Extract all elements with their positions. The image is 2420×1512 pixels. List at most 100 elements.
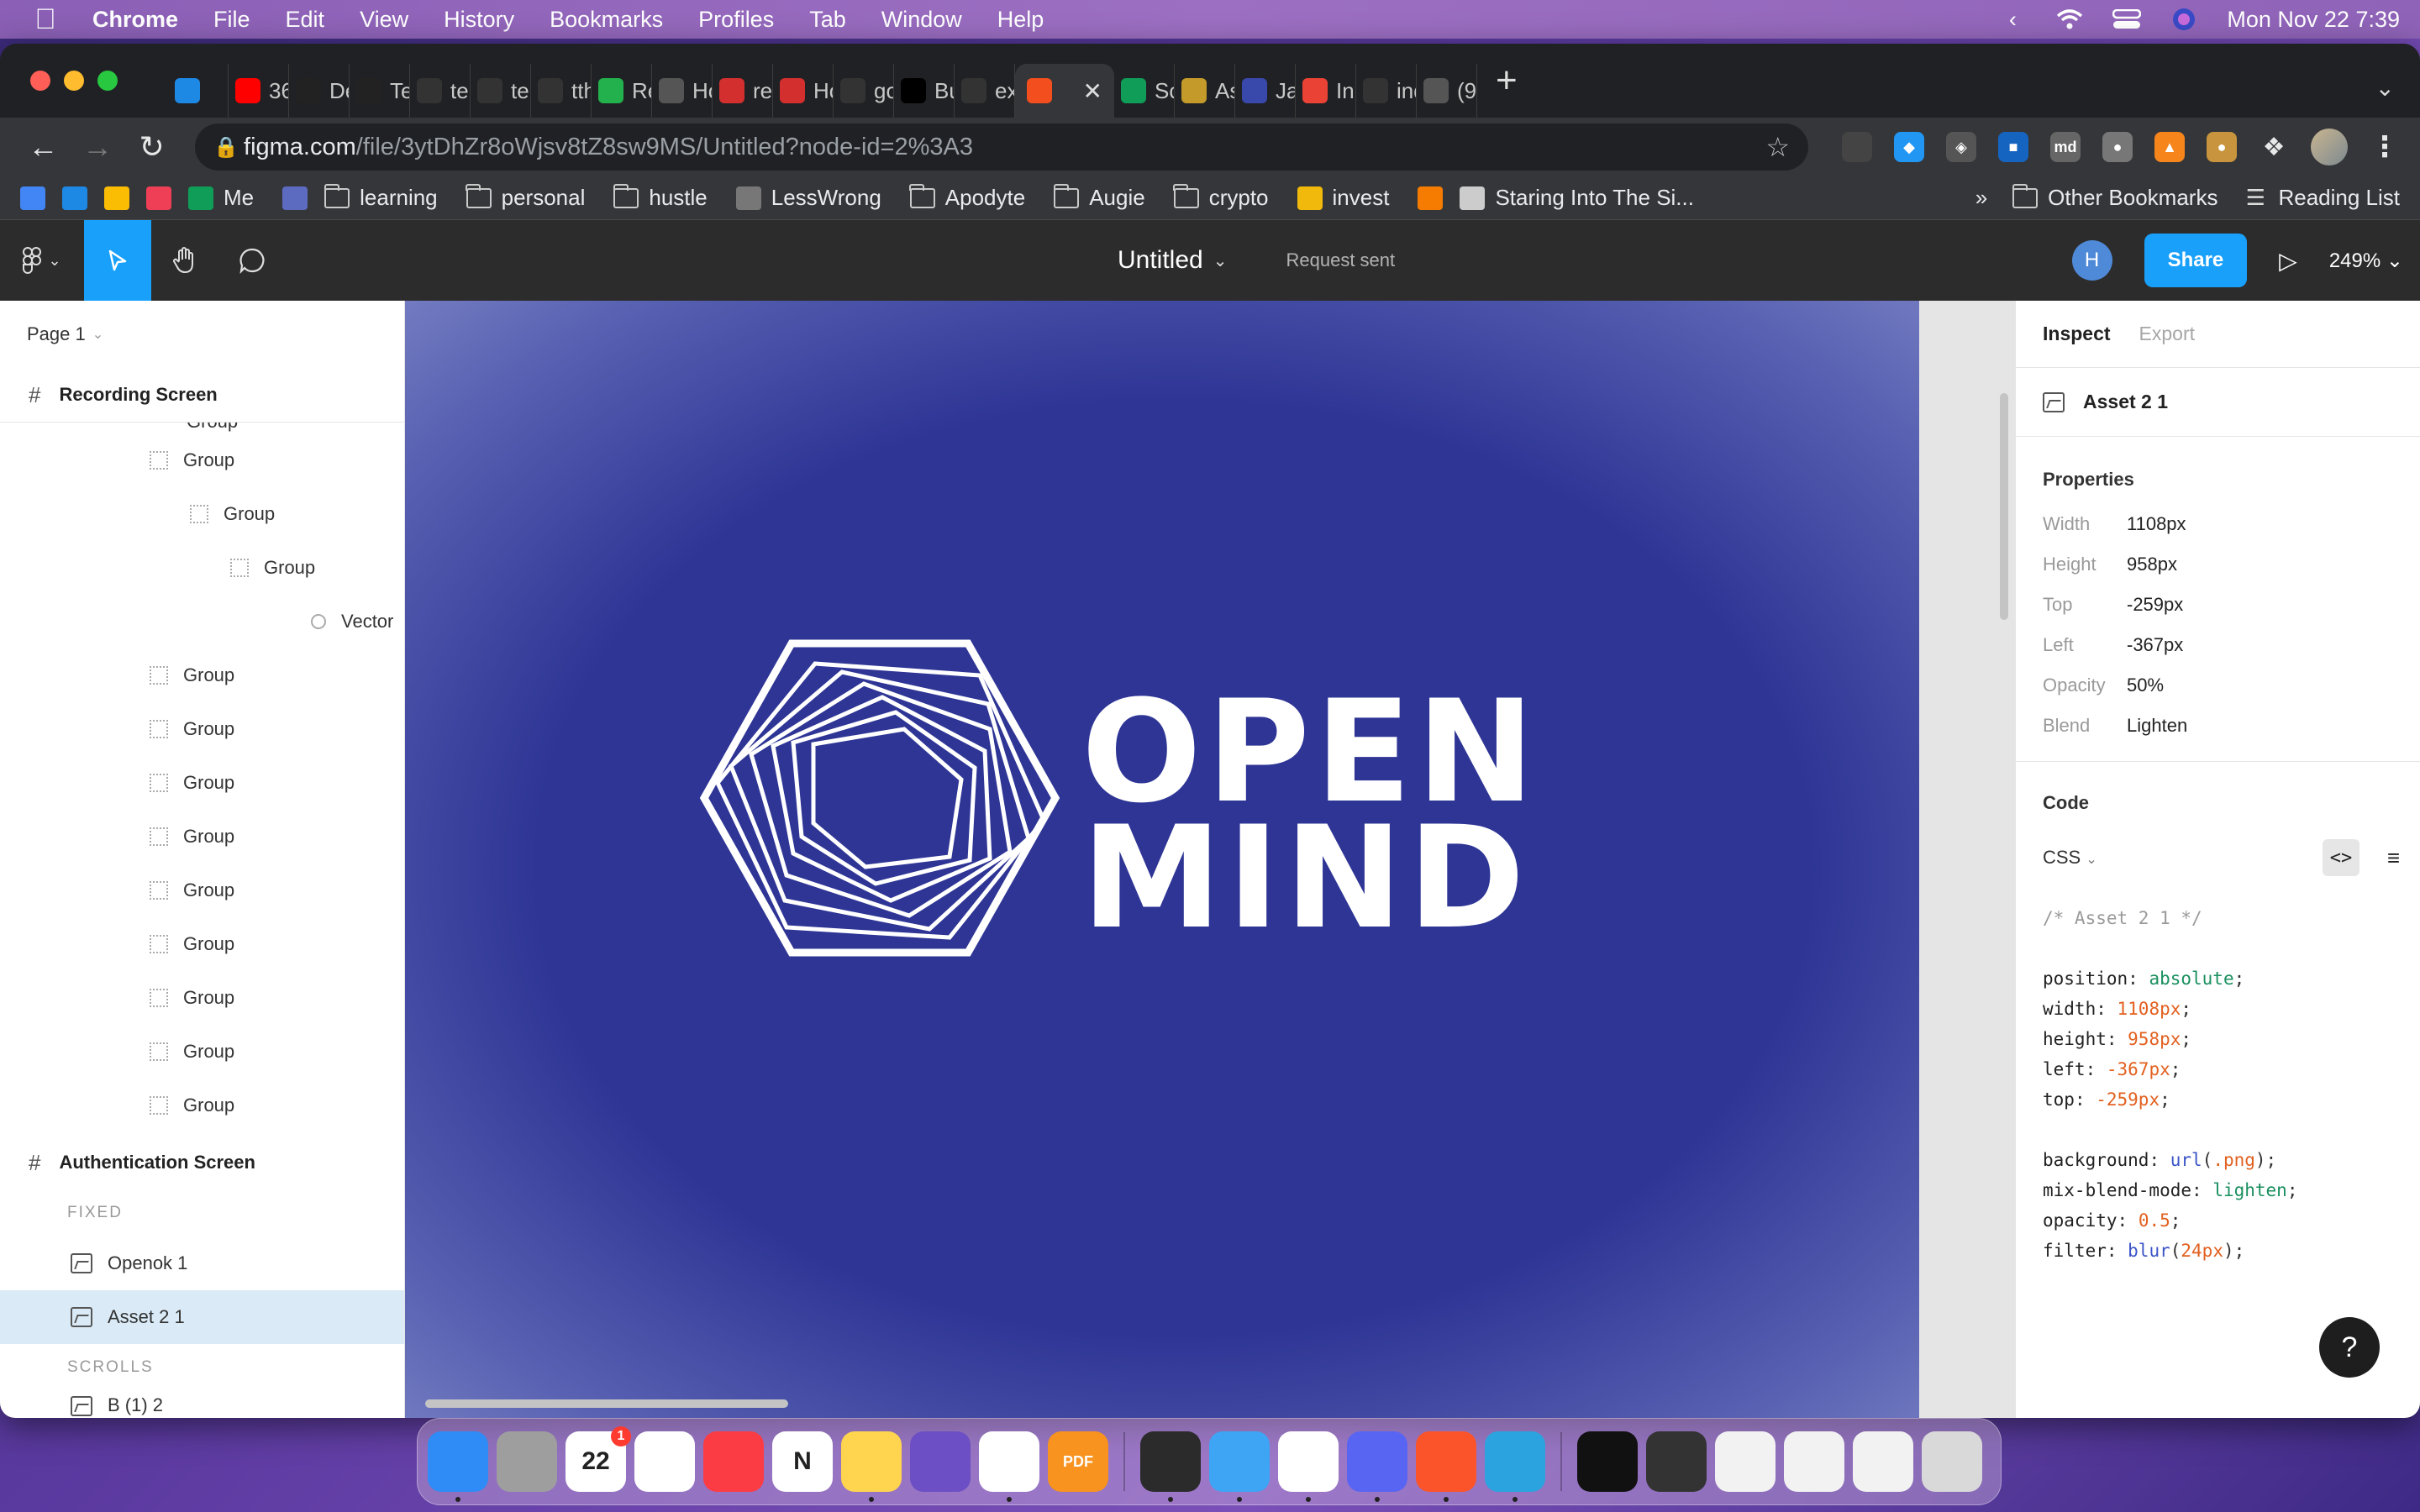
tab-search-icon[interactable]: ⌄ bbox=[2375, 74, 2395, 102]
minimize-window-button[interactable] bbox=[64, 71, 84, 91]
browser-tab[interactable]: Terr bbox=[350, 64, 410, 118]
artboard[interactable]: OPEN MIND bbox=[405, 301, 1919, 1418]
forward-icon[interactable]: → bbox=[75, 129, 121, 165]
browser-tab[interactable]: goo bbox=[834, 64, 894, 118]
property-value[interactable]: Lighten bbox=[2127, 715, 2187, 737]
property-value[interactable]: -367px bbox=[2127, 634, 2183, 656]
clock[interactable]: Mon Nov 22 7:39 bbox=[2227, 7, 2400, 33]
reading-list[interactable]: ☰ Reading List bbox=[2243, 185, 2400, 211]
browser-tab[interactable]: Rec bbox=[592, 64, 652, 118]
bookmark-item[interactable] bbox=[62, 186, 87, 210]
layer-group[interactable]: Group bbox=[0, 487, 404, 541]
chevron-down-icon[interactable]: ⌄ bbox=[1213, 250, 1228, 271]
file-name[interactable]: Untitled bbox=[1118, 246, 1203, 275]
tab-inspect[interactable]: Inspect bbox=[2043, 323, 2111, 345]
close-tab-icon[interactable]: ✕ bbox=[1083, 77, 1102, 105]
brave-icon[interactable] bbox=[1416, 1431, 1476, 1502]
profile-avatar[interactable] bbox=[2311, 129, 2349, 165]
property-value[interactable]: 958px bbox=[2127, 554, 2177, 575]
finder-icon[interactable] bbox=[428, 1431, 488, 1502]
browser-tab[interactable]: 36 bbox=[229, 64, 289, 118]
reminders-icon[interactable] bbox=[634, 1431, 695, 1492]
menu-view[interactable]: View bbox=[360, 7, 408, 33]
bookmark-item[interactable]: LessWrong bbox=[735, 185, 881, 211]
layer-group[interactable]: Group bbox=[0, 702, 404, 756]
figma-main-menu[interactable]: ⌄ bbox=[0, 220, 84, 301]
menu-help[interactable]: Help bbox=[997, 7, 1044, 33]
layer-group[interactable]: Group bbox=[0, 756, 404, 810]
bookmark-item[interactable]: Apodyte bbox=[909, 183, 1025, 211]
browser-tab[interactable]: Scr bbox=[1114, 64, 1175, 118]
cookie-icon[interactable]: ● bbox=[2207, 132, 2238, 162]
menu-bookmarks[interactable]: Bookmarks bbox=[550, 7, 663, 33]
browser-tab[interactable]: ✕ bbox=[1015, 64, 1114, 118]
window-thumb-icon[interactable] bbox=[1853, 1431, 1913, 1492]
menu-edit[interactable]: Edit bbox=[286, 7, 325, 33]
browser-tab[interactable]: tthu bbox=[531, 64, 592, 118]
frame-authentication-screen[interactable]: # Authentication Screen bbox=[0, 1136, 404, 1189]
browser-tab[interactable]: Jav bbox=[1235, 64, 1296, 118]
menu-file[interactable]: File bbox=[213, 7, 250, 33]
more-menu-icon[interactable]: ⋮ bbox=[2370, 131, 2400, 163]
address-bar[interactable]: 🔒 figma.com /file/3ytDhZr8oWjsv8tZ8sw9MS… bbox=[195, 123, 1809, 171]
layer-group[interactable]: Group bbox=[0, 648, 404, 702]
bookmark-item[interactable] bbox=[282, 186, 308, 210]
bookmark-item[interactable] bbox=[146, 186, 171, 210]
layer-b-1-2[interactable]: B (1) 2 bbox=[0, 1391, 404, 1416]
other-bookmarks[interactable]: Other Bookmarks bbox=[2012, 183, 2217, 211]
property-value[interactable]: 1108px bbox=[2127, 513, 2186, 535]
bookmark-item[interactable] bbox=[1418, 186, 1444, 210]
notes-icon[interactable] bbox=[841, 1431, 902, 1502]
window-thumb-icon[interactable] bbox=[1577, 1431, 1638, 1492]
bookmark-item[interactable]: Augie bbox=[1053, 183, 1145, 211]
reload-icon[interactable]: ↻ bbox=[129, 129, 175, 165]
browser-tab[interactable]: (9) bbox=[1417, 64, 1477, 118]
bookmark-item[interactable]: crypto bbox=[1173, 183, 1269, 211]
hand-tool[interactable] bbox=[151, 220, 218, 301]
puzzle-icon[interactable]: ❖ bbox=[2259, 132, 2289, 162]
layer-vector[interactable]: Vector bbox=[0, 595, 404, 648]
bookmark-item[interactable]: personal bbox=[466, 183, 585, 211]
apple-icon[interactable]:  bbox=[20, 3, 71, 36]
layer-group[interactable]: Group bbox=[0, 917, 404, 971]
power-icon[interactable] bbox=[1140, 1431, 1201, 1502]
chevron-left-icon[interactable]: ‹ bbox=[1998, 7, 2027, 32]
fork-icon[interactable] bbox=[1209, 1431, 1270, 1502]
design-canvas[interactable]: OPEN MIND bbox=[405, 301, 1919, 1418]
extension-shield-icon[interactable]: ■ bbox=[1998, 132, 2029, 162]
layer-group[interactable]: Group bbox=[0, 1025, 404, 1079]
bookmark-item[interactable]: learning bbox=[324, 183, 438, 211]
zoom-control[interactable]: 249% ⌄ bbox=[2329, 249, 2403, 273]
pdf-icon[interactable]: PDF bbox=[1048, 1431, 1108, 1492]
layer-group[interactable]: Group bbox=[0, 971, 404, 1025]
bookmark-item[interactable]: invest bbox=[1297, 185, 1389, 211]
browser-tab[interactable]: rea bbox=[713, 64, 773, 118]
markdown-ext-icon[interactable]: md bbox=[2050, 132, 2081, 162]
browser-tab[interactable]: indi bbox=[1356, 64, 1417, 118]
menu-tab[interactable]: Tab bbox=[809, 7, 846, 33]
pocket-ext-icon[interactable]: ◈ bbox=[1946, 132, 1977, 162]
menu-window[interactable]: Window bbox=[881, 7, 962, 33]
discord-icon[interactable] bbox=[1347, 1431, 1407, 1502]
bookmark-item[interactable] bbox=[20, 186, 45, 210]
layer-asset-2-1[interactable]: Asset 2 1 bbox=[0, 1290, 404, 1344]
extension-1-icon[interactable] bbox=[1842, 132, 1873, 162]
openmind-logo[interactable]: OPEN MIND bbox=[699, 638, 1556, 974]
css-code-block[interactable]: /* Asset 2 1 */ position: absolute; width… bbox=[2016, 883, 2420, 1266]
page-selector[interactable]: Page 1 ⌄ bbox=[0, 301, 404, 368]
window-thumb-icon[interactable] bbox=[1646, 1431, 1707, 1492]
music-icon[interactable] bbox=[703, 1431, 764, 1492]
wifi-icon[interactable] bbox=[2055, 8, 2084, 31]
horizontal-scrollbar[interactable] bbox=[425, 1399, 788, 1408]
menu-history[interactable]: History bbox=[444, 7, 514, 33]
launchpad-icon[interactable] bbox=[497, 1431, 557, 1492]
help-button[interactable]: ? bbox=[2319, 1317, 2380, 1378]
browser-tab[interactable]: terr bbox=[410, 64, 471, 118]
bookmarks-overflow-icon[interactable]: » bbox=[1975, 185, 1987, 211]
calendar-icon[interactable]: 22 1 bbox=[566, 1426, 631, 1492]
layer-group[interactable]: Group bbox=[0, 810, 404, 864]
bookmark-star-icon[interactable]: ☆ bbox=[1765, 131, 1790, 163]
layer-group[interactable]: Group bbox=[0, 864, 404, 917]
metamask-icon[interactable]: ▲ bbox=[2154, 132, 2186, 162]
layer-group[interactable]: Group bbox=[0, 1079, 404, 1132]
